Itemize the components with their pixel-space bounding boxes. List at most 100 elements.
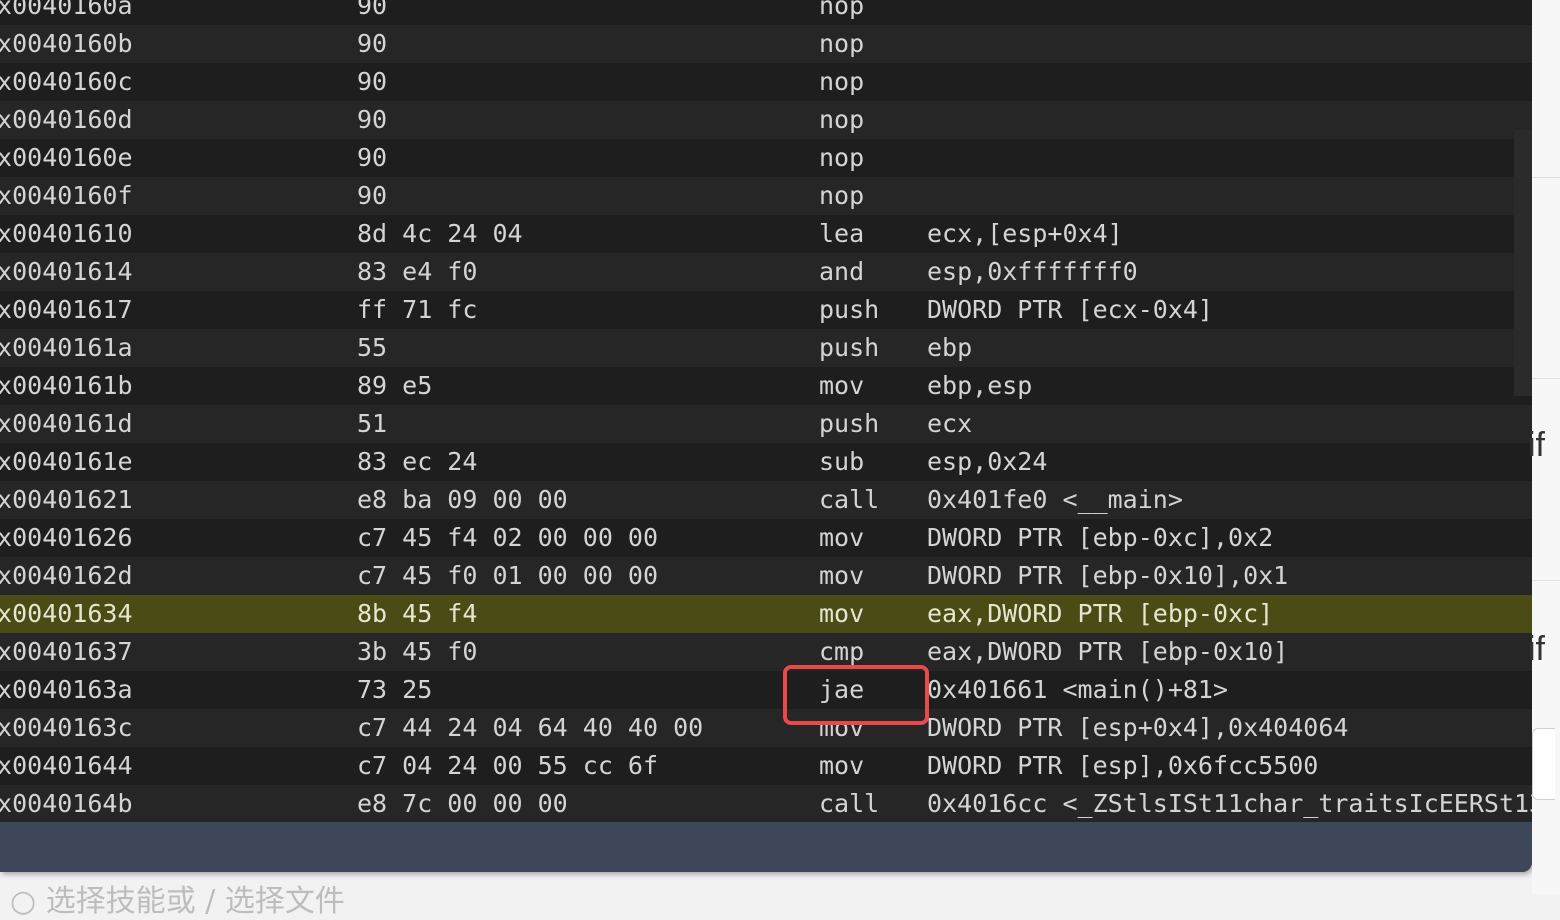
panel-divider — [1532, 378, 1560, 379]
instruction-address: 0x00401614 — [0, 257, 133, 286]
instruction-bytes: 55 — [357, 333, 388, 362]
instruction-address: 0x00401617 — [0, 295, 133, 324]
instruction-row[interactable]: 0x00401614 83 e4 f0 and esp,0xfffffff0 — [0, 253, 1532, 291]
right-panel: if if — [1528, 0, 1560, 894]
instruction-row[interactable]: 0x0040160b 90 nop — [0, 25, 1532, 63]
chat-input-hint[interactable]: ○ 选择技能或 / 选择文件 — [10, 876, 345, 920]
instruction-mnemonic: nop — [819, 181, 865, 210]
instruction-mnemonic: push — [819, 409, 880, 438]
instruction-row[interactable]: 0x004016373b 45 f0cmpeax,DWORD PTR [ebp-… — [0, 633, 1532, 671]
instruction-mnemonic: sub — [819, 447, 865, 476]
instruction-bytes: 8b 45 f4 — [357, 599, 478, 628]
instruction-address: 0x0040160a — [0, 0, 133, 20]
instruction-address: 0x0040164b — [0, 789, 133, 818]
instruction-operands: ebp — [927, 333, 973, 362]
instruction-mnemonic: mov — [819, 599, 865, 628]
instruction-bytes: 89 e5 — [357, 371, 433, 400]
instruction-mnemonic: lea — [819, 219, 865, 248]
instruction-row[interactable]: 0x0040163cc7 44 24 04 64 40 40 00movDWOR… — [0, 709, 1532, 747]
instruction-mnemonic: nop — [819, 67, 865, 96]
instruction-bytes: 90 — [357, 29, 388, 58]
instruction-address: 0x00401644 — [0, 751, 133, 780]
instruction-address: 0x0040161a — [0, 333, 133, 362]
instruction-bytes: 8d 4c 24 04 — [357, 219, 523, 248]
instruction-mnemonic: mov — [819, 561, 865, 590]
instruction-address: 0x0040160c — [0, 67, 133, 96]
disassembly-window: 0x0040160a90nop0x0040160b90nop0x0040160c… — [0, 0, 1532, 872]
instruction-mnemonic: call — [819, 485, 880, 514]
instruction-row[interactable]: 0x0040161e 83 ec 24 sub esp,0x24 — [0, 443, 1532, 481]
instruction-operands: DWORD PTR [esp],0x6fcc5500 — [927, 751, 1319, 780]
instruction-operands: ebp,esp — [927, 371, 1033, 400]
instruction-bytes: c7 04 24 00 55 cc 6f — [357, 751, 659, 780]
instruction-bytes: 90 — [357, 67, 388, 96]
instruction-operands: DWORD PTR [ebp-0x10],0x1 — [927, 561, 1289, 590]
instruction-bytes: 90 — [357, 181, 388, 210]
instruction-bytes: 83 ec 24 — [357, 447, 478, 476]
instruction-operands: DWORD PTR [ebp-0xc],0x2 — [927, 523, 1274, 552]
annotation-highlight-box — [783, 665, 929, 725]
instruction-row[interactable]: 0x0040161a 55 push ebp — [0, 329, 1532, 367]
instruction-operands: DWORD PTR [esp+0x4],0x404064 — [927, 713, 1349, 742]
instruction-bytes: 51 — [357, 409, 388, 438]
instruction-bytes: e8 7c 00 00 00 — [357, 789, 568, 818]
instruction-address: 0x0040163a — [0, 675, 133, 704]
instruction-operands: eax,DWORD PTR [ebp-0xc] — [927, 599, 1274, 628]
instruction-row[interactable]: 0x0040161b 89 e5 mov ebp,esp — [0, 367, 1532, 405]
instruction-address: 0x0040160f — [0, 181, 133, 210]
instruction-row[interactable]: 0x0040163a73 25jae0x401661 <main()+81> — [0, 671, 1532, 709]
instruction-address: 0x0040161d — [0, 409, 133, 438]
instruction-row[interactable]: 0x00401610 8d 4c 24 04 lea ecx,[esp+0x4] — [0, 215, 1532, 253]
instruction-bytes: c7 44 24 04 64 40 40 00 — [357, 713, 704, 742]
instruction-operands: eax,DWORD PTR [ebp-0x10] — [927, 637, 1289, 666]
instruction-row[interactable]: 0x0040164b e8 7c 00 00 00 call 0x4016cc <_Z… — [0, 785, 1532, 823]
instruction-operands: ecx,[esp+0x4] — [927, 219, 1123, 248]
instruction-operands: esp,0xfffffff0 — [927, 257, 1138, 286]
panel-input-box[interactable] — [1532, 728, 1555, 800]
instruction-address: 0x0040160d — [0, 105, 133, 134]
instruction-row[interactable]: 0x0040160f 90 nop — [0, 177, 1532, 215]
panel-text-fragment: if — [1528, 426, 1545, 464]
instruction-mnemonic: push — [819, 333, 880, 362]
instruction-bytes: 73 25 — [357, 675, 433, 704]
instruction-mnemonic: mov — [819, 523, 865, 552]
instruction-row[interactable]: 0x0040161d 51 push ecx — [0, 405, 1532, 443]
instruction-mnemonic: and — [819, 257, 865, 286]
instruction-bytes: c7 45 f4 02 00 00 00 — [357, 523, 659, 552]
instruction-bytes: 90 — [357, 143, 388, 172]
instruction-address: 0x00401621 — [0, 485, 133, 514]
instruction-mnemonic: nop — [819, 0, 865, 20]
instruction-address: 0x0040160e — [0, 143, 133, 172]
instruction-row[interactable]: 0x00401644 c7 04 24 00 55 cc 6f mov DWORD P… — [0, 747, 1532, 785]
instruction-operands: DWORD PTR [ecx-0x4] — [927, 295, 1213, 324]
instruction-mnemonic: nop — [819, 105, 865, 134]
instruction-mnemonic: push — [819, 295, 880, 324]
instruction-address: 0x0040160b — [0, 29, 133, 58]
instruction-row[interactable]: 0x0040162d c7 45 f0 01 00 00 00 mov DWORD P… — [0, 557, 1532, 595]
instruction-row[interactable]: 0x00401617 ff 71 fc push DWORD PTR [ecx-0x4… — [0, 291, 1532, 329]
instruction-bytes: e8 ba 09 00 00 — [357, 485, 568, 514]
instruction-operands: ecx — [927, 409, 973, 438]
instruction-operands: 0x401661 <main()+81> — [927, 675, 1229, 704]
instruction-address: 0x00401626 — [0, 523, 133, 552]
instruction-row[interactable]: 0x0040160a 90 nop — [0, 0, 1532, 25]
panel-divider — [1532, 580, 1560, 581]
status-bar — [0, 822, 1532, 872]
instruction-mnemonic: nop — [819, 143, 865, 172]
instruction-address: 0x00401610 — [0, 219, 133, 248]
instruction-bytes: 90 — [357, 0, 388, 20]
instruction-bytes: c7 45 f0 01 00 00 00 — [357, 561, 659, 590]
current-instruction-row[interactable]: 0x00401634 8b 45 f4 mov eax,DWORD PTR [ebp-… — [0, 595, 1532, 633]
instruction-row[interactable]: 0x0040160d 90 nop — [0, 101, 1532, 139]
vertical-scrollbar[interactable] — [1514, 130, 1532, 396]
instruction-row[interactable]: 0x0040160e 90 nop — [0, 139, 1532, 177]
instruction-operands: 0x401fe0 <__main> — [927, 485, 1183, 514]
instruction-address: 0x0040162d — [0, 561, 133, 590]
instruction-row[interactable]: 0x0040160c 90 nop — [0, 63, 1532, 101]
instruction-address: 0x00401637 — [0, 637, 133, 666]
instruction-row[interactable]: 0x00401626 c7 45 f4 02 00 00 00 mov DWORD P… — [0, 519, 1532, 557]
instruction-bytes: ff 71 fc — [357, 295, 478, 324]
panel-divider — [1532, 177, 1560, 178]
panel-text-fragment: if — [1528, 630, 1545, 668]
instruction-row[interactable]: 0x00401621 e8 ba 09 00 00 call 0x401fe0 <__… — [0, 481, 1532, 519]
